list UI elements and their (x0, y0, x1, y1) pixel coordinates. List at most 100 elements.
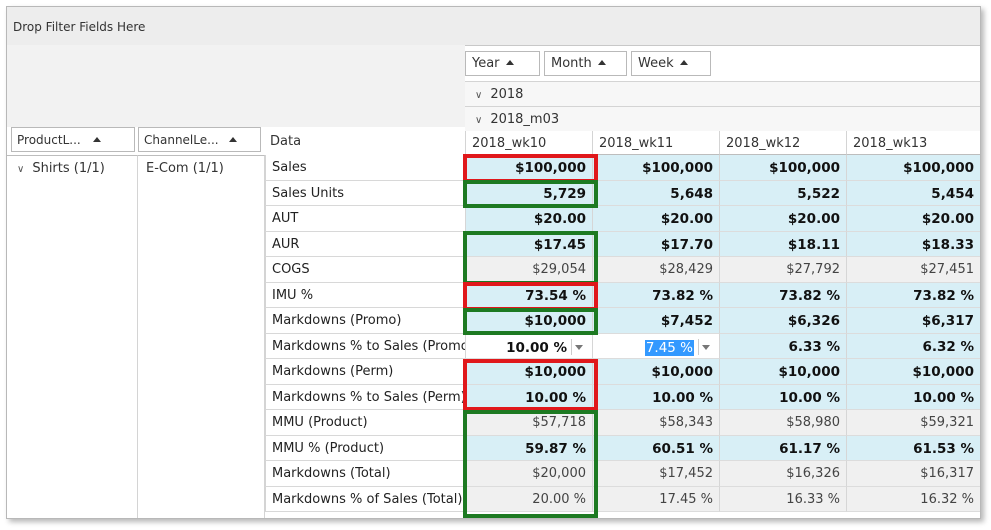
data-cell[interactable]: $20.00 (846, 206, 980, 232)
field-year-button[interactable]: Year (465, 51, 540, 76)
data-cell[interactable]: $59,321 (846, 410, 980, 436)
data-cell[interactable]: 59.87 % (465, 436, 592, 461)
measure-label[interactable]: Sales Units (265, 181, 465, 206)
field-product-button[interactable]: ProductL... (11, 127, 135, 152)
week-header[interactable]: 2018_wk11 (592, 131, 719, 155)
week-header[interactable]: 2018_wk13 (846, 131, 980, 155)
data-cell[interactable]: $7,452 (592, 308, 719, 334)
filter-drop-area[interactable]: Drop Filter Fields Here (7, 7, 980, 46)
data-cell[interactable]: $27,792 (719, 257, 846, 283)
data-cell[interactable]: 5,454 (846, 181, 980, 206)
field-year-label: Year (472, 56, 500, 71)
field-channel-button[interactable]: ChannelLe... (138, 127, 261, 152)
data-cell[interactable]: 61.53 % (846, 436, 980, 461)
data-cell[interactable]: $28,429 (592, 257, 719, 283)
data-cell[interactable]: $10,000 (846, 359, 980, 385)
data-cell[interactable]: 7.45 % (592, 334, 719, 359)
data-cell[interactable]: $20,000 (465, 461, 592, 487)
channel-row-header[interactable]: E-Com (1/1) (138, 155, 265, 518)
data-cell[interactable]: 10.00 % (592, 385, 719, 410)
data-cell[interactable]: $20.00 (719, 206, 846, 232)
dropdown-arrow-icon[interactable] (698, 339, 713, 355)
data-cell[interactable]: 73.82 % (719, 283, 846, 308)
data-cell[interactable]: 73.82 % (592, 283, 719, 308)
data-cell[interactable]: $10,000 (465, 359, 592, 385)
data-cell[interactable]: 73.82 % (846, 283, 980, 308)
data-cell[interactable]: $10,000 (719, 359, 846, 385)
header-empty-area (7, 45, 465, 127)
data-cell[interactable]: $57,718 (465, 410, 592, 436)
data-cell[interactable]: $27,451 (846, 257, 980, 283)
week-header[interactable]: 2018_wk10 (465, 131, 592, 155)
data-cell[interactable]: 61.17 % (719, 436, 846, 461)
data-cell[interactable]: 10.00 % (846, 385, 980, 410)
data-cell[interactable]: 10.00 % (719, 385, 846, 410)
data-cell[interactable]: 5,522 (719, 181, 846, 206)
channel-label: E-Com (1/1) (146, 161, 224, 176)
measure-label[interactable]: Markdowns % of Sales (Total) (265, 487, 465, 512)
data-cell[interactable]: 5,648 (592, 181, 719, 206)
product-label: Shirts (1/1) (32, 161, 105, 176)
measure-label[interactable]: Markdowns (Perm) (265, 359, 465, 385)
month-label: 2018_m03 (490, 112, 560, 127)
data-cell[interactable]: 10.00 % (465, 385, 592, 410)
year-group-header[interactable]: ∨ 2018 (465, 81, 980, 106)
measure-label[interactable]: AUT (265, 206, 465, 232)
data-cell[interactable]: $100,000 (592, 155, 719, 181)
data-cell[interactable]: $10,000 (592, 359, 719, 385)
data-cell[interactable]: $58,343 (592, 410, 719, 436)
measure-label[interactable]: MMU % (Product) (265, 436, 465, 461)
data-cell[interactable]: $17,452 (592, 461, 719, 487)
data-cell[interactable]: $29,054 (465, 257, 592, 283)
measure-label[interactable]: IMU % (265, 283, 465, 308)
data-cell[interactable]: $16,326 (719, 461, 846, 487)
data-cell[interactable]: $20.00 (465, 206, 592, 232)
data-cell[interactable]: $18.11 (719, 232, 846, 257)
dropdown-arrow-icon[interactable] (571, 339, 586, 355)
measure-label[interactable]: COGS (265, 257, 465, 283)
expand-chevron-icon[interactable]: ∨ (475, 115, 482, 126)
data-cell[interactable]: $17.70 (592, 232, 719, 257)
data-cell[interactable]: 20.00 % (465, 487, 592, 512)
data-cell[interactable]: 6.32 % (846, 334, 980, 359)
week-header[interactable]: 2018_wk12 (719, 131, 846, 155)
measure-label[interactable]: Markdowns (Promo) (265, 308, 465, 334)
data-cell[interactable]: $100,000 (719, 155, 846, 181)
month-group-header[interactable]: ∨ 2018_m03 (465, 106, 980, 131)
data-cell[interactable]: $16,317 (846, 461, 980, 487)
expand-chevron-icon[interactable]: ∨ (475, 90, 482, 101)
data-cell[interactable]: 60.51 % (592, 436, 719, 461)
year-label: 2018 (490, 87, 524, 102)
field-month-button[interactable]: Month (544, 51, 627, 76)
measure-label[interactable]: Sales (265, 155, 465, 181)
data-cell[interactable]: $6,326 (719, 308, 846, 334)
cell-value: 10.00 % (506, 340, 567, 356)
data-cell[interactable]: 5,729 (465, 181, 592, 206)
data-cell[interactable]: $100,000 (465, 155, 592, 181)
data-cell[interactable]: $100,000 (846, 155, 980, 181)
sort-ascending-icon (505, 60, 514, 65)
sort-ascending-icon (597, 60, 606, 65)
data-cell[interactable]: $58,980 (719, 410, 846, 436)
data-cell[interactable]: 73.54 % (465, 283, 592, 308)
data-cell[interactable]: 6.33 % (719, 334, 846, 359)
field-week-label: Week (638, 56, 674, 71)
data-cell[interactable]: 16.33 % (719, 487, 846, 512)
product-row-header[interactable]: ∨ Shirts (1/1) (7, 155, 138, 518)
data-cell[interactable]: $18.33 (846, 232, 980, 257)
measure-label[interactable]: Markdowns % to Sales (Perm) (265, 385, 465, 410)
data-cell[interactable]: $6,317 (846, 308, 980, 334)
cell-editor-value[interactable]: 7.45 % (644, 340, 694, 356)
data-cell[interactable]: 16.32 % (846, 487, 980, 512)
data-cell[interactable]: $10,000 (465, 308, 592, 334)
measure-label[interactable]: AUR (265, 232, 465, 257)
data-cell[interactable]: 10.00 % (465, 334, 592, 359)
measure-label[interactable]: MMU (Product) (265, 410, 465, 436)
measure-label[interactable]: Markdowns % to Sales (Promo) (265, 334, 465, 359)
data-cell[interactable]: 17.45 % (592, 487, 719, 512)
expand-chevron-icon[interactable]: ∨ (17, 164, 24, 175)
data-cell[interactable]: $17.45 (465, 232, 592, 257)
measure-label[interactable]: Markdowns (Total) (265, 461, 465, 487)
field-week-button[interactable]: Week (631, 51, 711, 76)
data-cell[interactable]: $20.00 (592, 206, 719, 232)
